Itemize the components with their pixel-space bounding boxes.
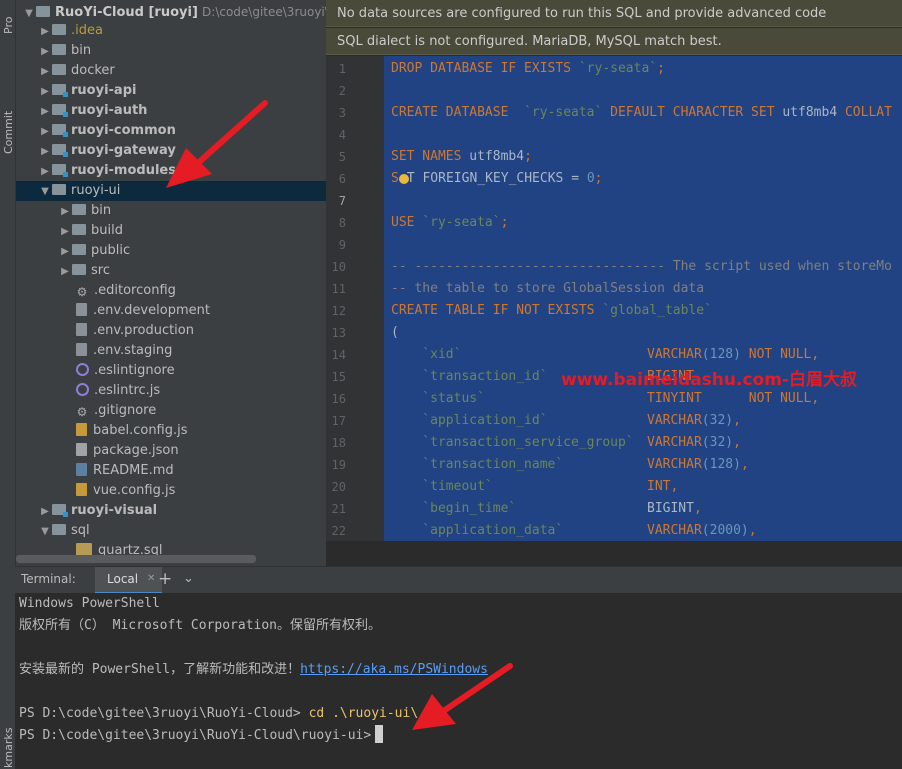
annotation-arrow <box>412 663 513 730</box>
annotation-arrow <box>166 100 268 188</box>
annotation-arrows <box>166 100 513 730</box>
